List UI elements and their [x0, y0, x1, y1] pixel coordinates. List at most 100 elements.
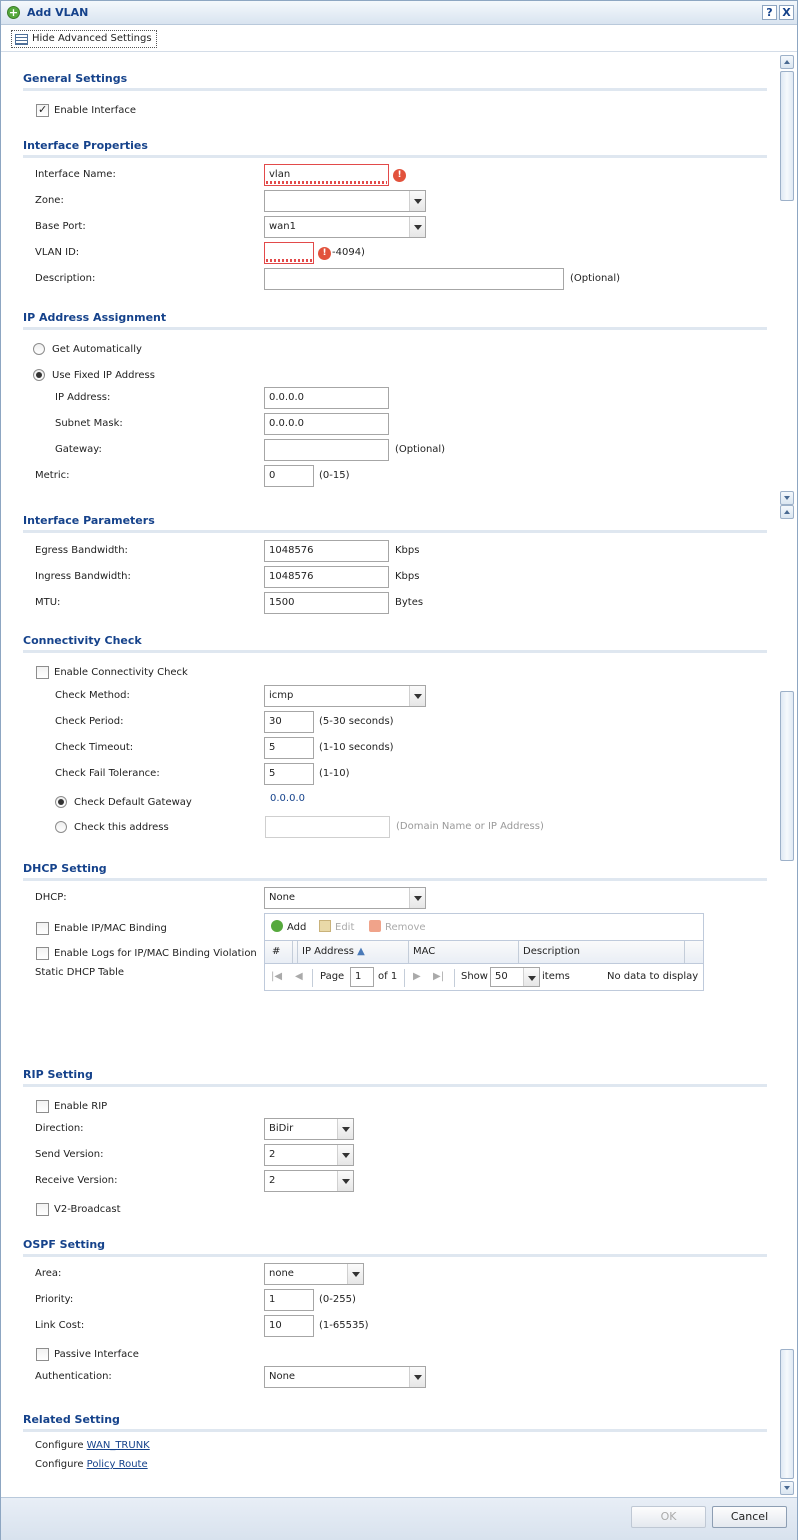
- hide-advanced-settings-button[interactable]: Hide Advanced Settings: [11, 30, 157, 48]
- dhcp-select[interactable]: None: [264, 887, 426, 909]
- sort-asc-icon: ▲: [357, 946, 365, 957]
- optional-hint: (Optional): [395, 444, 446, 455]
- page-number-input[interactable]: 1: [350, 967, 374, 987]
- egress-bandwidth-label: Egress Bandwidth:: [35, 545, 128, 556]
- metric-label: Metric:: [35, 470, 70, 481]
- add-icon: [271, 920, 283, 932]
- scroll-up-button[interactable]: [780, 55, 794, 69]
- add-button[interactable]: Add: [271, 920, 306, 933]
- configure-label: Configure: [35, 1440, 84, 1451]
- area-select[interactable]: none: [264, 1263, 364, 1285]
- authentication-value: None: [269, 1371, 296, 1382]
- form-content: General Settings Enable Interface Interf…: [1, 53, 779, 1495]
- check-address-input[interactable]: [265, 816, 390, 838]
- base-port-select[interactable]: wan1: [264, 216, 426, 238]
- receive-version-select[interactable]: 2: [264, 1170, 354, 1192]
- chevron-down-icon: [409, 686, 425, 706]
- base-port-label: Base Port:: [35, 221, 86, 232]
- column-header-mac[interactable]: MAC: [413, 946, 435, 957]
- column-header-description[interactable]: Description: [523, 946, 580, 957]
- previous-page-icon[interactable]: ◀: [295, 971, 303, 982]
- first-page-icon[interactable]: |◀: [271, 971, 282, 982]
- check-fail-tolerance-hint: (1-10): [319, 768, 350, 779]
- ok-button[interactable]: OK: [631, 1506, 706, 1528]
- ip-address-header-label: IP Address: [302, 946, 354, 957]
- column-header-ip-address[interactable]: IP Address ▲: [302, 946, 365, 957]
- enable-rip-checkbox[interactable]: [36, 1100, 49, 1113]
- send-version-value: 2: [269, 1149, 276, 1160]
- authentication-select[interactable]: None: [264, 1366, 426, 1388]
- area-value: none: [269, 1268, 294, 1279]
- cancel-button[interactable]: Cancel: [712, 1506, 787, 1528]
- section-related-setting: Related Setting: [23, 1413, 120, 1426]
- scroll-down-button[interactable]: [780, 1481, 794, 1495]
- link-cost-label: Link Cost:: [35, 1320, 85, 1331]
- page-size-select[interactable]: 50: [490, 967, 540, 987]
- check-method-select[interactable]: icmp: [264, 685, 426, 707]
- get-automatically-radio[interactable]: [33, 343, 45, 355]
- link-cost-hint: (1-65535): [319, 1320, 369, 1331]
- list-icon: [15, 34, 28, 45]
- last-page-icon[interactable]: ▶|: [433, 971, 444, 982]
- wan-trunk-link[interactable]: WAN_TRUNK: [87, 1440, 150, 1451]
- passive-interface-checkbox[interactable]: [36, 1348, 49, 1361]
- remove-button[interactable]: Remove: [369, 920, 426, 933]
- scroll-thumb-region[interactable]: [780, 691, 794, 861]
- section-divider: [23, 530, 767, 533]
- edit-label: Edit: [335, 922, 355, 933]
- section-ip-address-assignment: IP Address Assignment: [23, 311, 167, 324]
- link-cost-input[interactable]: 10: [264, 1315, 314, 1337]
- check-default-gateway-radio[interactable]: [55, 796, 67, 808]
- priority-label: Priority:: [35, 1294, 74, 1305]
- ip-address-input[interactable]: 0.0.0.0: [264, 387, 389, 409]
- remove-label: Remove: [385, 922, 426, 933]
- chevron-down-icon: [337, 1119, 353, 1139]
- ingress-bandwidth-input[interactable]: 1048576: [264, 566, 389, 588]
- edit-button[interactable]: Edit: [319, 920, 354, 933]
- ip-mac-binding-checkbox[interactable]: [36, 922, 49, 935]
- check-timeout-input[interactable]: 5: [264, 737, 314, 759]
- subnet-mask-input[interactable]: 0.0.0.0: [264, 413, 389, 435]
- column-header-number[interactable]: #: [272, 946, 280, 957]
- priority-input[interactable]: 1: [264, 1289, 314, 1311]
- page-count-label: of 1: [378, 971, 398, 982]
- next-page-icon[interactable]: ▶: [413, 971, 421, 982]
- ip-mac-binding-logs-label: Enable Logs for IP/MAC Binding Violation: [54, 948, 257, 959]
- show-label: Show: [461, 971, 488, 982]
- send-version-label: Send Version:: [35, 1149, 104, 1160]
- vertical-scrollbar[interactable]: [779, 53, 796, 1497]
- chevron-down-icon: [409, 217, 425, 237]
- area-label: Area:: [35, 1268, 62, 1279]
- scroll-marker-up[interactable]: [780, 505, 794, 519]
- metric-input[interactable]: 0: [264, 465, 314, 487]
- enable-connectivity-check-checkbox[interactable]: [36, 666, 49, 679]
- section-divider: [23, 650, 767, 653]
- mtu-input[interactable]: 1500: [264, 592, 389, 614]
- scroll-thumb[interactable]: [780, 71, 794, 201]
- configure-label: Configure: [35, 1459, 84, 1470]
- interface-name-input[interactable]: vlan: [264, 164, 389, 186]
- check-period-input[interactable]: 30: [264, 711, 314, 733]
- description-input[interactable]: [264, 268, 564, 290]
- check-timeout-hint: (1-10 seconds): [319, 742, 394, 753]
- direction-select[interactable]: BiDir: [264, 1118, 354, 1140]
- close-button[interactable]: X: [779, 5, 794, 20]
- scroll-thumb-region[interactable]: [780, 1349, 794, 1479]
- check-fail-tolerance-input[interactable]: 5: [264, 763, 314, 785]
- vlan-id-input[interactable]: [264, 242, 314, 264]
- gateway-input[interactable]: [264, 439, 389, 461]
- policy-route-link[interactable]: Policy Route: [87, 1459, 148, 1470]
- egress-bandwidth-input[interactable]: 1048576: [264, 540, 389, 562]
- static-dhcp-table-label: Static DHCP Table: [35, 967, 125, 978]
- help-button[interactable]: ?: [762, 5, 777, 20]
- grid-pager: |◀ ◀ Page 1 of 1 ▶ ▶| Show 50 items No d…: [265, 965, 703, 990]
- zone-select[interactable]: [264, 190, 426, 212]
- send-version-select[interactable]: 2: [264, 1144, 354, 1166]
- check-this-address-radio[interactable]: [55, 821, 67, 833]
- scroll-marker-down[interactable]: [780, 491, 794, 505]
- enable-interface-checkbox[interactable]: [36, 103, 49, 117]
- ip-mac-binding-logs-checkbox[interactable]: [36, 947, 49, 960]
- use-fixed-ip-radio[interactable]: [33, 369, 45, 381]
- v2-broadcast-checkbox[interactable]: [36, 1203, 49, 1216]
- enable-rip-label: Enable RIP: [54, 1101, 108, 1112]
